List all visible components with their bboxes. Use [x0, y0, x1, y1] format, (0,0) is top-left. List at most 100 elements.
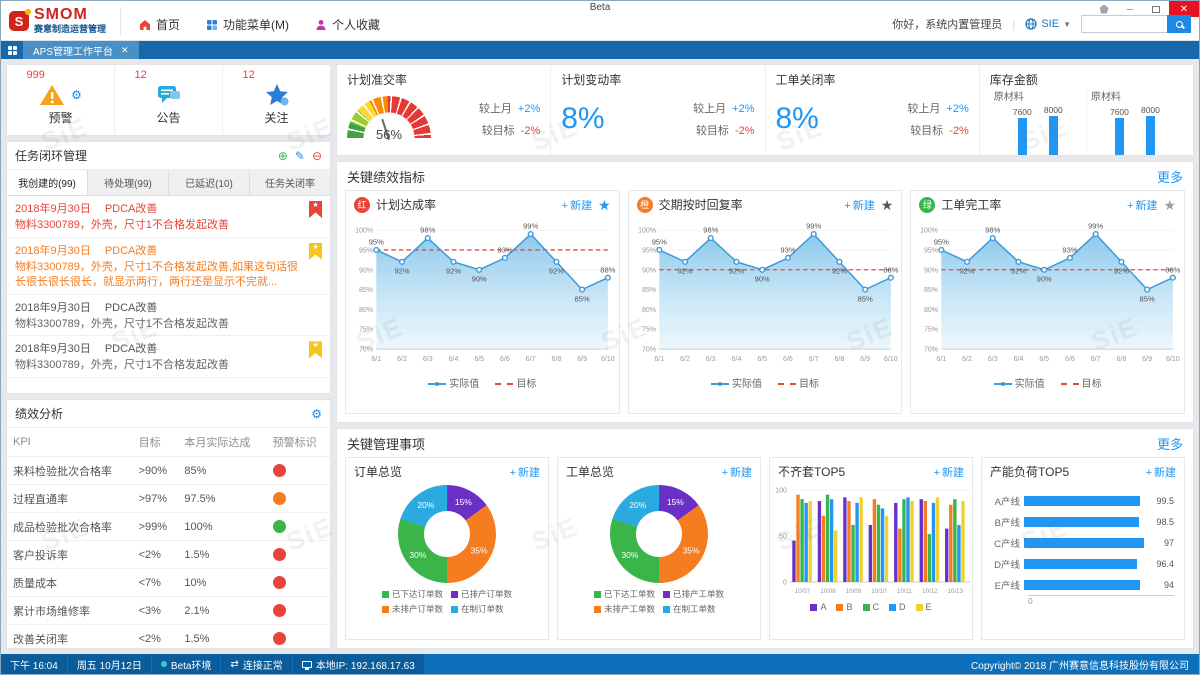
nav-item-home[interactable]: 首页: [139, 16, 180, 33]
legend-item: D: [889, 602, 906, 612]
pin-icon[interactable]: [1091, 1, 1117, 17]
plus-icon: +: [844, 199, 851, 212]
svg-text:95%: 95%: [934, 238, 949, 247]
table-row[interactable]: 质量成本 <7% 10%: [7, 568, 330, 597]
table-row[interactable]: 改善关闭率 <2% 1.5%: [7, 624, 330, 648]
task-type: PDCA改善: [104, 301, 158, 314]
task-tab-pending[interactable]: 待处理(99): [88, 170, 169, 195]
status-date: 周五 10月12日: [67, 654, 152, 674]
svg-text:90%: 90%: [924, 267, 938, 274]
management-card: 不齐套TOP5 + 新建 0 50 100 10/07 10/08 10/09 10/10 10/1…: [769, 457, 973, 640]
new-button[interactable]: + 新建: [562, 197, 592, 213]
kpi-target: >99%: [132, 512, 179, 541]
hbar-bar: [1024, 495, 1141, 506]
nav-item-favorites[interactable]: 个人收藏: [315, 16, 380, 33]
svg-text:85%: 85%: [1140, 294, 1155, 303]
task-tab-closure[interactable]: 任务关闭率: [250, 170, 330, 195]
task-description: 物料3300789，外壳，尺寸1不合格发起改善: [15, 359, 229, 372]
task-list-item[interactable]: 2018年9月30日 PDCA改善 物料3300789，外壳，尺寸1不合格发起改善,…: [7, 238, 330, 295]
svg-text:35%: 35%: [471, 545, 488, 555]
minimize-icon[interactable]: ─: [1117, 1, 1143, 17]
legend-item: 未排产工单数: [593, 603, 655, 615]
star-icon[interactable]: ★: [598, 198, 611, 212]
svg-text:98%: 98%: [986, 226, 1001, 235]
app-window: Beta ─ ✕ S SMOM 赛意制造运营管理 首页 功能菜单(M) 个人收藏…: [0, 0, 1200, 675]
new-button[interactable]: + 新建: [722, 464, 752, 480]
svg-text:70%: 70%: [642, 347, 656, 354]
task-date: 2018年9月30日: [15, 203, 91, 215]
new-button[interactable]: + 新建: [510, 464, 540, 480]
management-section: 关键管理事项 更多 订单总览 + 新建 15% 35% 30% 20% 已下达订单数 已排产订单…: [336, 428, 1194, 649]
table-row[interactable]: 过程直通率 >97% 97.5%: [7, 484, 330, 513]
kpi-more-link[interactable]: 更多: [1157, 167, 1183, 186]
table-row[interactable]: 累计市场维修率 <3% 2.1%: [7, 596, 330, 625]
kpi-name: 累计市场维修率: [7, 596, 133, 625]
language-switcher[interactable]: SIE ▼: [1025, 18, 1071, 30]
alert-cell-announcement[interactable]: 12 公告: [115, 65, 223, 135]
alert-cell-warning[interactable]: 999 ⚙ 预警: [7, 65, 115, 135]
search-button[interactable]: [1167, 15, 1191, 33]
performance-settings-gear-icon[interactable]: ⚙: [311, 407, 322, 421]
tab-close-icon[interactable]: ✕: [121, 45, 129, 56]
search-input[interactable]: [1081, 15, 1167, 33]
plus-icon: +: [561, 199, 569, 212]
star-icon[interactable]: ★: [1163, 198, 1176, 212]
kpi-name: 来料检验批次合格率: [7, 456, 133, 485]
legend-item: 未排产订单数: [381, 603, 443, 615]
copyright-text: Copyright© 2018 广州赛意信息科技股份有限公司: [971, 660, 1189, 672]
tab-grid-icon[interactable]: [1, 41, 23, 59]
svg-text:85%: 85%: [924, 287, 938, 294]
hbar-value-label: 94: [1163, 579, 1174, 590]
task-flag-icon: ★: [309, 341, 322, 359]
task-list-item[interactable]: 2018年9月30日 PDCA改善 物料3300789，外壳，尺寸1不合格发起改善 ★: [7, 196, 330, 238]
target-legend-marker: [495, 383, 514, 385]
new-button[interactable]: + 新建: [934, 464, 964, 480]
svg-text:6/4: 6/4: [731, 356, 741, 363]
task-edit-icon[interactable]: ✎: [295, 149, 305, 163]
management-more-link[interactable]: 更多: [1157, 434, 1183, 453]
table-row[interactable]: 成品检验批次合格率 >99% 100%: [7, 512, 330, 541]
svg-text:100%: 100%: [920, 228, 938, 235]
warning-count-badge: 999: [26, 69, 45, 81]
task-list-item[interactable]: 2018年9月30日 PDCA改善 物料3300789，外壳，尺寸1不合格发起改善: [7, 295, 330, 337]
inventory-bar: 8000: [1141, 105, 1160, 155]
svg-text:6/5: 6/5: [474, 356, 484, 363]
svg-text:100%: 100%: [355, 228, 373, 235]
task-list-item[interactable]: 2018年9月30日 PDCA改善 物料3300789，外壳，尺寸1不合格发起改善 ★: [7, 336, 330, 379]
alert-cell-follow[interactable]: 12 关注: [223, 65, 330, 135]
new-button[interactable]: + 新建: [844, 197, 874, 213]
svg-text:99%: 99%: [523, 222, 538, 231]
legend-item: B: [836, 602, 853, 612]
maximize-icon[interactable]: [1143, 1, 1169, 17]
table-row[interactable]: 来料检验批次合格率 >90% 85%: [7, 456, 330, 485]
warning-settings-gear-icon[interactable]: ⚙: [71, 88, 82, 102]
nav-item-menu[interactable]: 功能菜单(M): [206, 16, 289, 33]
donut-chart: 15% 35% 30% 20%: [610, 485, 708, 583]
legend-item: E: [915, 602, 932, 612]
task-tab-created[interactable]: 我创建的(99): [7, 170, 88, 195]
svg-text:85%: 85%: [642, 287, 656, 294]
table-row[interactable]: 客户投诉率 <2% 1.5%: [7, 540, 330, 569]
kpi-target: >97%: [132, 484, 179, 513]
main-nav: 首页 功能菜单(M) 个人收藏: [139, 16, 380, 35]
svg-text:6/9: 6/9: [860, 356, 870, 363]
svg-text:93%: 93%: [497, 245, 512, 254]
task-list: 2018年9月30日 PDCA改善 物料3300789，外壳，尺寸1不合格发起改善 ★…: [7, 196, 330, 393]
hbar-bar: [1024, 537, 1144, 548]
svg-text:99%: 99%: [806, 222, 821, 231]
new-button[interactable]: + 新建: [1127, 197, 1157, 213]
task-remove-icon[interactable]: ⊖: [312, 149, 322, 163]
performance-panel-title: 绩效分析: [15, 407, 64, 421]
task-tab-delayed[interactable]: 已延迟(10): [169, 170, 250, 195]
svg-text:90%: 90%: [359, 267, 373, 274]
svg-text:75%: 75%: [924, 327, 938, 334]
smom-logo-icon: S: [9, 9, 31, 31]
new-button[interactable]: + 新建: [1146, 464, 1176, 480]
svg-text:93%: 93%: [780, 245, 795, 254]
task-date: 2018年9月30日: [15, 301, 91, 314]
task-add-icon[interactable]: ⊕: [278, 149, 288, 163]
tab-aps-platform[interactable]: APS管理工作平台 ✕: [23, 41, 139, 59]
svg-text:100%: 100%: [638, 228, 656, 235]
computer-icon: [301, 660, 312, 670]
star-icon[interactable]: ★: [881, 198, 894, 212]
